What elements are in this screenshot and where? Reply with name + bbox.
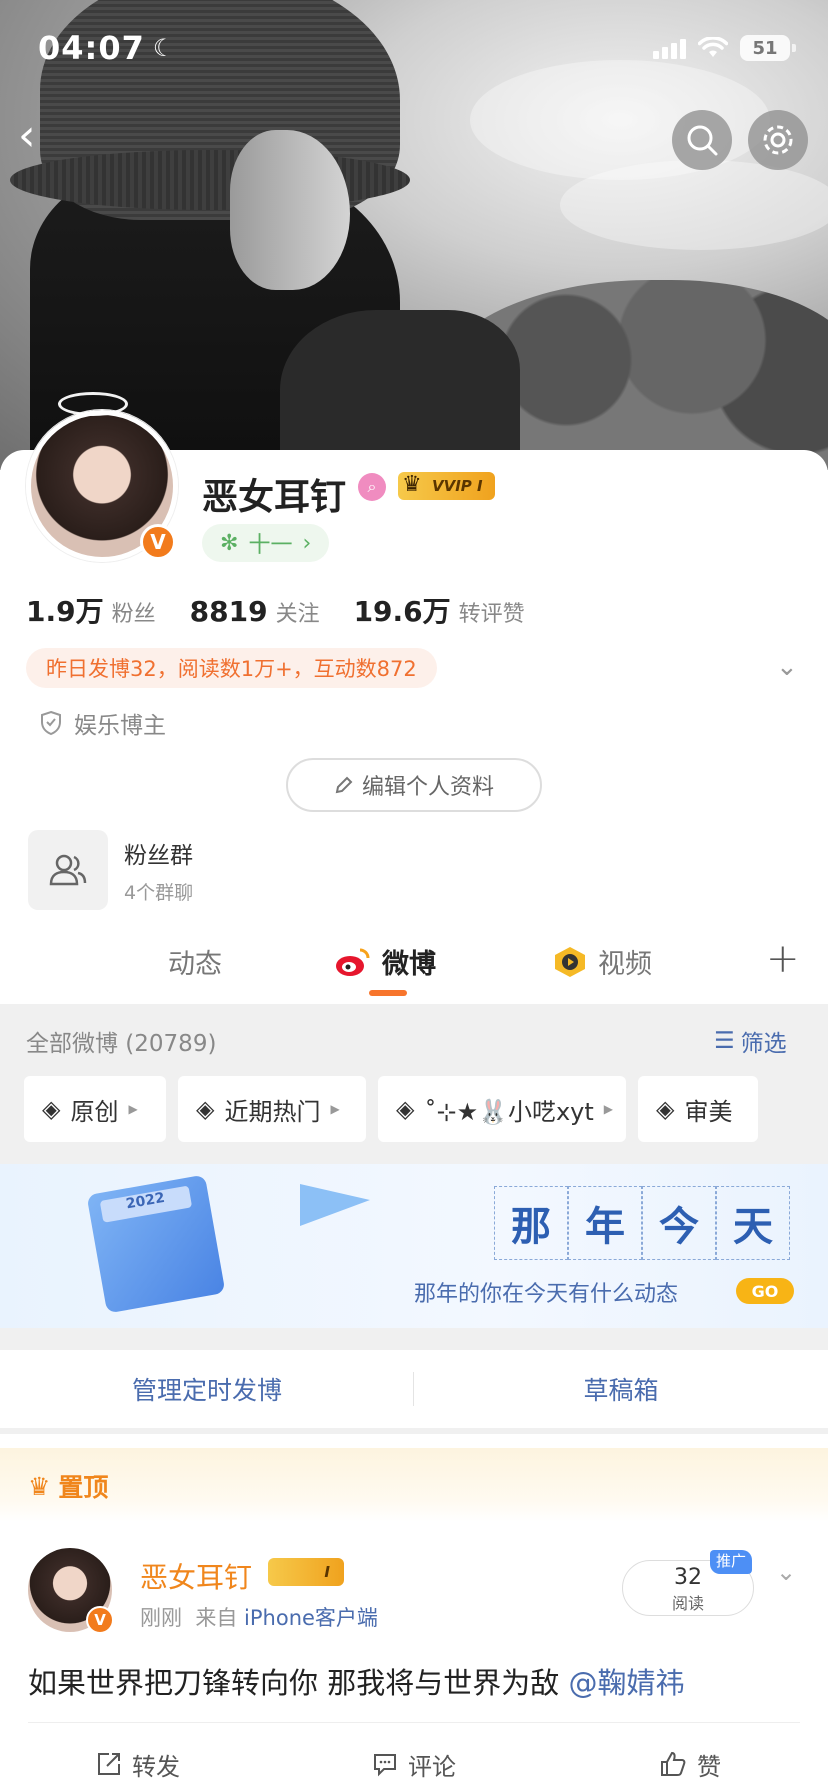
promote-badge[interactable]: 推广	[710, 1550, 753, 1574]
wifi-icon	[698, 37, 728, 57]
chevron-down-icon[interactable]: ⌄	[776, 652, 798, 682]
on-this-day-subtitle: 那年的你在今天有什么动态	[414, 1282, 679, 1307]
battery-indicator: 51	[740, 35, 796, 61]
status-time: 04:07	[38, 29, 145, 67]
tab-video[interactable]: 视频	[552, 942, 652, 981]
halo-decoration	[58, 392, 128, 416]
search-button[interactable]	[672, 110, 732, 170]
profile-tabs: 动态 微博 视频	[0, 930, 828, 1004]
divider	[413, 1372, 414, 1406]
active-tab-indicator	[369, 990, 407, 996]
tagline[interactable]: 娱乐博主	[40, 706, 166, 740]
stat-followers[interactable]: 1.9万 粉丝	[26, 590, 156, 630]
status-bar: 04:07 ☾ 51	[0, 0, 828, 96]
comment-icon	[374, 1754, 396, 1777]
settings-button[interactable]	[748, 110, 808, 170]
daily-summary[interactable]: 昨日发博32，阅读数1万+，互动数872	[26, 648, 437, 688]
share-icon	[98, 1753, 120, 1775]
verified-v-icon: V	[86, 1606, 114, 1634]
post-source[interactable]: iPhone客户端	[244, 1606, 378, 1630]
profile-name: 恶女耳钉	[202, 477, 347, 518]
tab-weibo[interactable]: 微博	[334, 942, 436, 981]
post-management-bar: 管理定时发博 草稿箱	[0, 1350, 828, 1428]
post-author[interactable]: 恶女耳钉	[140, 1556, 252, 1596]
super-topic-icon[interactable]: ⌕	[358, 473, 386, 501]
chevron-down-icon[interactable]: ⌄	[776, 1558, 796, 1586]
divider	[28, 1722, 800, 1723]
crown-icon: ♛	[402, 472, 422, 497]
verified-v-icon: V	[140, 524, 176, 560]
vvip-badge[interactable]: ♛ VVIP I	[398, 472, 495, 500]
post-vip-badge[interactable]: I	[268, 1558, 344, 1586]
edit-profile-button[interactable]: 编辑个人资料	[286, 758, 542, 812]
post-text: 如果世界把刀锋转向你 那我将与世界为敌 @鞠婧祎	[28, 1666, 685, 1700]
chip-aesthetic[interactable]: ◈ 审美	[638, 1076, 758, 1142]
triangle-right-icon: ▶	[603, 1102, 614, 1116]
go-button[interactable]: GO	[736, 1278, 794, 1304]
layers-icon: ◈	[42, 1095, 61, 1123]
chip-recent-hot[interactable]: ◈ 近期热门 ▶	[178, 1076, 366, 1142]
profile-stats: 1.9万 粉丝 8819 关注 19.6万 转评赞	[26, 590, 525, 630]
pinned-label: ♛ 置顶	[28, 1471, 109, 1503]
moon-icon: ☾	[152, 34, 175, 62]
cellular-signal-icon	[653, 37, 686, 59]
tab-dynamics[interactable]: 动态	[168, 942, 222, 981]
profile-page: 04:07 ☾ 51 ‹ V 恶女耳钉 ⌕ ♛ VVIP I ✻ 十一 › 1.…	[0, 0, 828, 1792]
layers-icon: ◈	[196, 1095, 215, 1123]
calendar-icon: 2022	[86, 1174, 226, 1314]
snowflake-icon: ✻	[220, 530, 239, 556]
fans-group-icon-box[interactable]	[28, 830, 108, 910]
filter-icon: ☰	[714, 1028, 735, 1054]
add-tab-icon[interactable]: +	[766, 936, 800, 982]
stat-interactions[interactable]: 19.6万 转评赞	[354, 590, 525, 630]
repost-button[interactable]: 转发	[0, 1736, 276, 1792]
post-meta: 刚刚 来自 iPhone客户端	[140, 1606, 378, 1630]
triangle-right-icon: ▶	[128, 1102, 138, 1116]
chip-custom-group[interactable]: ◈ ˚⊹★🐰小呓xyt ▶	[378, 1076, 626, 1142]
back-icon[interactable]: ‹	[18, 112, 66, 164]
fans-group-title[interactable]: 粉丝群	[124, 836, 193, 870]
shield-icon	[41, 710, 61, 736]
filter-chips: ◈ 原创 ▶ ◈ 近期热门 ▶ ◈ ˚⊹★🐰小呓xyt ▶ ◈ 审美	[24, 1076, 758, 1142]
level-badge[interactable]: ✻ 十一 ›	[202, 524, 330, 562]
all-posts-count: 全部微博 (20789)	[26, 1031, 217, 1057]
comment-button[interactable]: 评论	[276, 1736, 552, 1792]
triangle-right-icon: ▶	[330, 1102, 340, 1116]
pencil-icon	[335, 776, 353, 794]
thumbs-up-icon	[661, 1751, 686, 1776]
like-button[interactable]: 赞	[552, 1736, 828, 1792]
group-icon	[49, 854, 87, 886]
chip-original[interactable]: ◈ 原创 ▶	[24, 1076, 166, 1142]
mention-link[interactable]: @鞠婧祎	[568, 1666, 684, 1700]
gear-icon	[763, 125, 793, 155]
pinned-header	[0, 1448, 828, 1522]
post-actions: 转发 评论 赞	[0, 1736, 828, 1792]
paper-plane-icon	[300, 1184, 370, 1226]
video-icon	[555, 946, 585, 977]
layers-icon: ◈	[396, 1095, 415, 1123]
crown-icon: ♛	[28, 1471, 51, 1501]
chevron-right-icon: ›	[302, 530, 312, 556]
layers-icon: ◈	[656, 1095, 675, 1123]
scheduled-posts-button[interactable]: 管理定时发博	[0, 1350, 414, 1428]
filter-button[interactable]: ☰ 筛选	[714, 1024, 787, 1058]
on-this-day-title: 那 年 今 天	[494, 1186, 790, 1260]
drafts-button[interactable]: 草稿箱	[414, 1350, 828, 1428]
weibo-logo-icon	[336, 948, 370, 976]
search-icon	[687, 125, 718, 156]
stat-following[interactable]: 8819 关注	[190, 595, 320, 628]
fans-group-subtitle: 4个群聊	[124, 882, 194, 904]
